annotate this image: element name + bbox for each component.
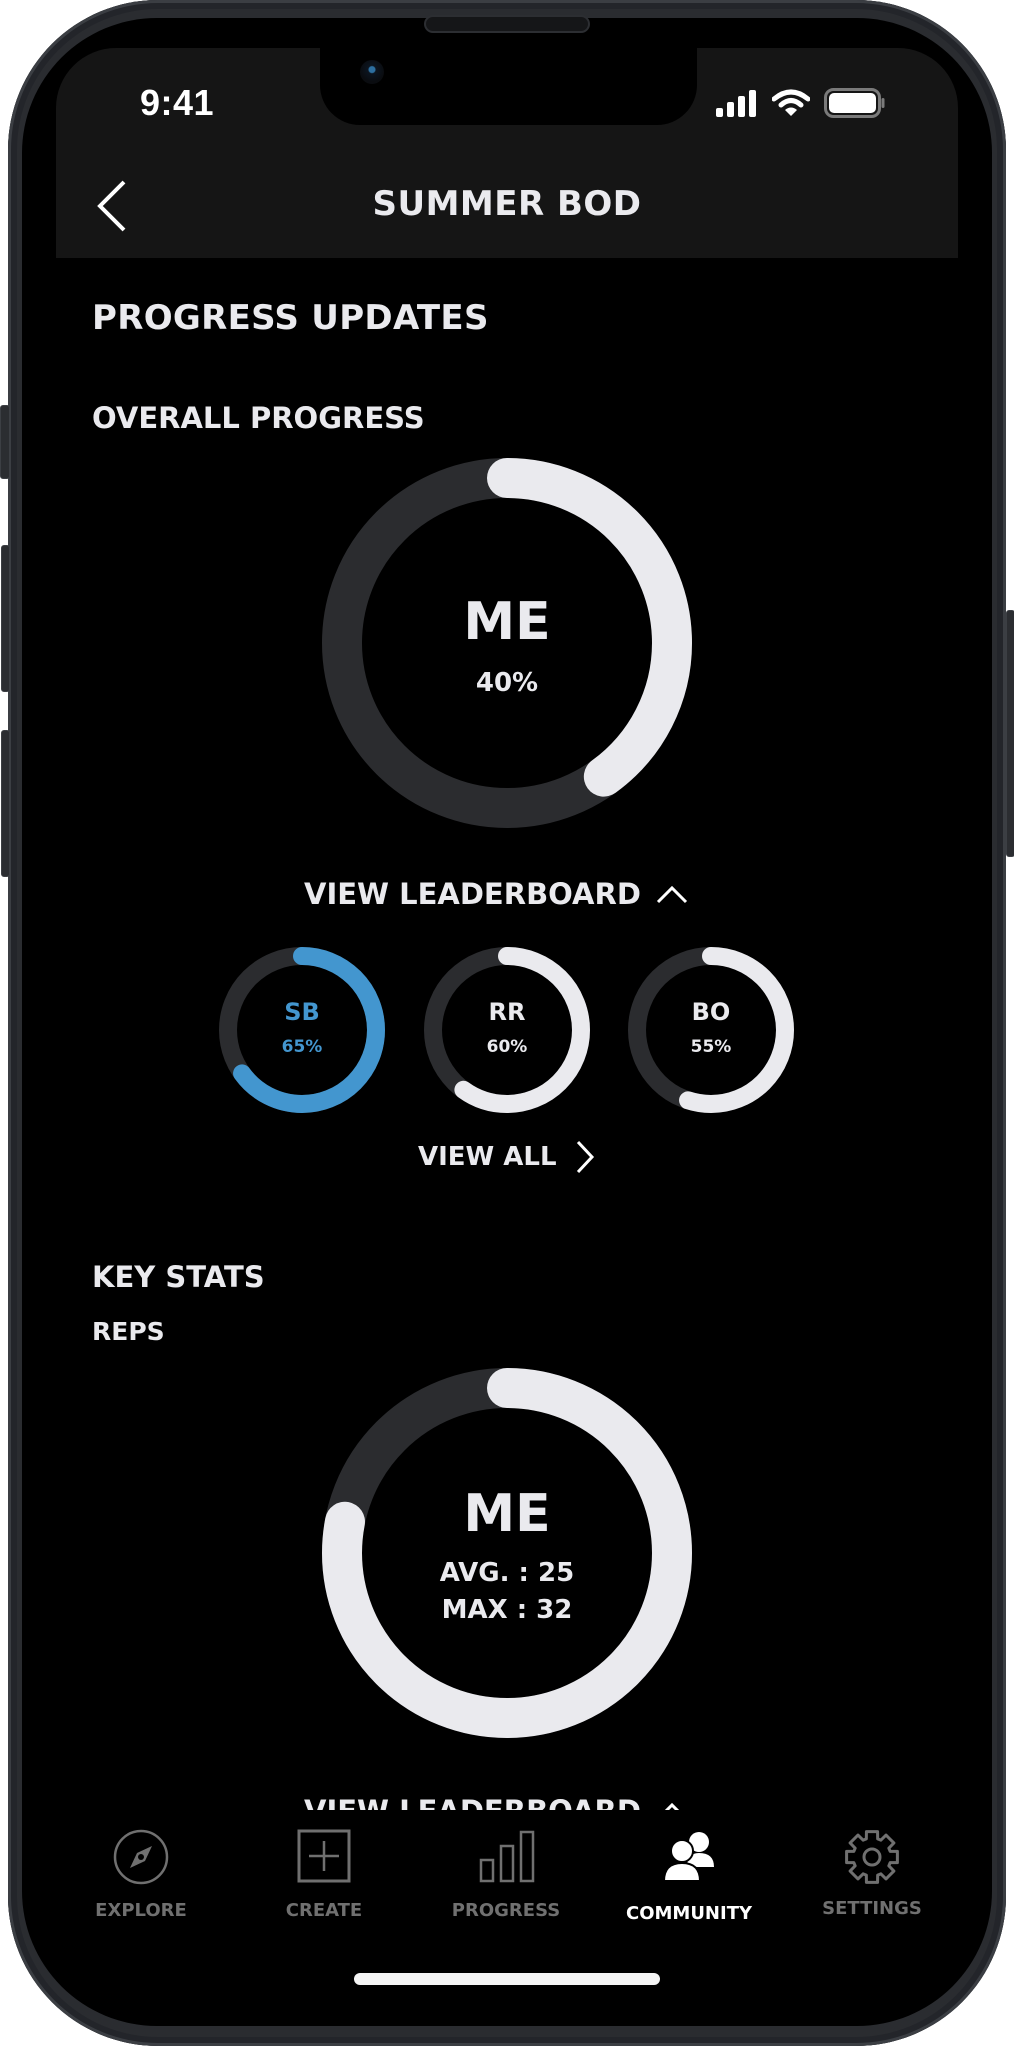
leaderboard-ring [628,947,794,1113]
leaderboard-initials: BO [691,998,731,1026]
view-leaderboard-toggle[interactable]: VIEW LEADERBOARD [304,877,689,911]
tab-community[interactable]: COMMUNITY [609,1815,769,1935]
compass-icon [113,1829,169,1885]
overall-progress-heading: OVERALL PROGRESS [92,401,425,435]
view-leaderboard-label: VIEW LEADERBOARD [304,877,641,911]
front-camera [360,60,384,84]
leaderboard-ring-track [219,947,385,1113]
leaderboard-ring-fill [219,947,385,1113]
view-all-link[interactable]: VIEW ALL [418,1140,595,1174]
chevron-up-icon [656,885,687,904]
chevron-right-icon [576,1140,594,1174]
reps-ring [322,1368,692,1738]
leaderboard-initials: SB [284,998,320,1026]
page-title: PROGRESS UPDATES [92,298,489,338]
leaderboard-initials: RR [488,998,526,1026]
reps-subheading: REPS [92,1317,165,1346]
tab-settings[interactable]: SETTINGS [792,1815,952,1935]
home-indicator[interactable] [354,1973,660,1985]
overall-ring-value: 40% [475,668,539,698]
view-leaderboard-label: VIEW LEADERBOARD [304,1794,641,1810]
tab-create[interactable]: CREATE [244,1815,404,1935]
reps-max: MAX : 32 [441,1595,573,1625]
tab-progress[interactable]: PROGRESS [426,1815,586,1935]
cellular-signal-icon [716,90,756,117]
view-all-label: VIEW ALL [418,1142,557,1172]
battery-icon [824,88,885,118]
tab-label: PROGRESS [451,1900,561,1921]
leaderboard-percent: 55% [690,1037,732,1057]
view-leaderboard-toggle-clip: VIEW LEADERBOARD [300,1786,720,1810]
leaderboard-ring-fill [628,947,794,1113]
leaderboard-ring [424,947,590,1113]
reps-avg: AVG. : 25 [439,1558,575,1588]
gear-icon [845,1830,899,1884]
plus-square-icon [297,1829,351,1883]
wifi-icon [772,89,810,116]
tab-label: COMMUNITY [625,1903,753,1924]
tab-label: SETTINGS [822,1898,922,1919]
tab-label: EXPLORE [95,1900,187,1921]
bar-chart-icon [479,1830,535,1883]
leaderboard-ring-track [424,947,590,1113]
status-time: 9:41 [140,82,215,123]
nav-title: SUMMER BOD [372,184,642,224]
chevron-up-icon [664,1802,680,1810]
status-icons [716,88,886,118]
tab-bar: EXPLORE CREATE PROGRESS COMMUNITY SETTIN… [56,1815,958,1935]
leaderboard-ring-fill [424,947,590,1113]
key-stats-heading: KEY STATS [92,1260,265,1294]
overall-ring-name: ME [463,592,551,652]
reps-ring-fill [322,1368,692,1738]
view-leaderboard-toggle-reps[interactable]: VIEW LEADERBOARD [304,1794,689,1810]
leaderboard-percent: 65% [281,1037,323,1057]
leaderboard-ring-track [628,947,794,1113]
leaderboard-ring [219,947,385,1113]
screen: 9:41 SUMMER BOD PROGRESS UPDATES OVERALL… [0,0,1014,2048]
leaderboard-percent: 60% [486,1037,528,1057]
reps-ring-track [322,1368,692,1738]
tab-explore[interactable]: EXPLORE [61,1815,221,1935]
tab-label: CREATE [285,1900,363,1921]
users-icon [662,1832,714,1882]
reps-ring-name: ME [463,1484,551,1544]
